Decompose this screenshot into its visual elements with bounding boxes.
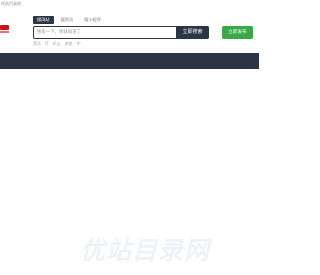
- site-logo[interactable]: [0, 25, 9, 35]
- tab-mini-programs[interactable]: 搜小程序: [80, 16, 105, 24]
- top-bar: 优站目录网: [0, 0, 259, 8]
- hot-keyword[interactable]: 音乐: [33, 41, 41, 47]
- search-box: 立即搜索: [33, 26, 209, 39]
- search-button[interactable]: 立即搜索: [176, 26, 209, 39]
- logo-icon: [0, 25, 9, 30]
- tab-websites[interactable]: 搜网站: [33, 16, 54, 24]
- hot-keyword[interactable]: 乐山: [53, 41, 61, 47]
- hot-keywords: 音乐 IT 乐山 浏览 中: [33, 41, 81, 47]
- tab-articles[interactable]: 搜资讯: [57, 16, 78, 24]
- hot-keyword[interactable]: 中: [77, 41, 81, 47]
- site-name-text: 优站目录网: [1, 1, 21, 6]
- main-nav-bar: [0, 53, 259, 69]
- logo-subtitle-mark: [0, 31, 9, 33]
- search-tabs: 搜网站 搜资讯 搜小程序: [33, 16, 105, 24]
- submit-site-button[interactable]: 立即发布: [222, 26, 253, 39]
- watermark-text: 优站目录网: [80, 236, 211, 265]
- hot-keyword[interactable]: IT: [45, 41, 49, 47]
- hot-keyword[interactable]: 浏览: [65, 41, 73, 47]
- search-input[interactable]: [34, 27, 176, 38]
